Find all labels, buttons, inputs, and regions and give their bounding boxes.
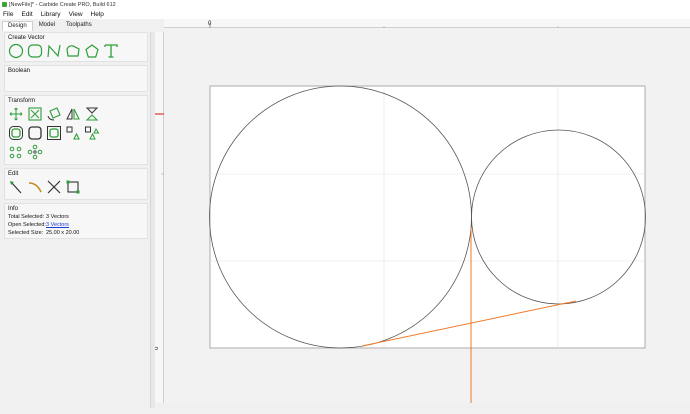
vertical-ruler: 0 [154, 32, 164, 403]
stock-material [209, 85, 646, 349]
move-icon[interactable] [8, 106, 24, 122]
menu-help[interactable]: Help [91, 11, 104, 18]
total-selected-value: 3 Vectors [46, 214, 69, 220]
menu-library[interactable]: Library [41, 11, 61, 18]
total-selected-label: Total Selected: [8, 214, 45, 220]
bounding-box-icon[interactable] [65, 179, 81, 195]
boolean-section: Boolean [4, 65, 148, 92]
transform-section: Transform [4, 95, 148, 165]
selected-size-value: 25.00 x 20.00 [46, 230, 80, 236]
node-edit-icon[interactable] [8, 179, 24, 195]
design-panel: Create Vector Boolean Transform Edit Inf… [4, 32, 148, 408]
info-section: Info Total Selected: 3 Vectors Open Selec… [4, 203, 148, 239]
mirror-icon[interactable] [65, 106, 81, 122]
open-selected-link[interactable]: 3 Vectors [46, 222, 69, 228]
window-title: [NewFile]* - Carbide Create PRO, Build 6… [9, 1, 116, 8]
menu-bar: File Edit Library View Help [0, 9, 690, 19]
scale-icon[interactable] [27, 106, 43, 122]
circle-tool-icon[interactable] [8, 43, 24, 59]
flip-icon[interactable] [84, 106, 100, 122]
ellipse-tool-icon[interactable] [27, 43, 43, 59]
v-ruler-origin-label: 0 [155, 346, 160, 350]
horizontal-ruler: 0 [164, 19, 690, 28]
align-icon[interactable] [65, 125, 81, 141]
circular-array-icon[interactable] [27, 144, 43, 160]
pentagon-tool-icon[interactable] [84, 43, 100, 59]
menu-view[interactable]: View [69, 11, 83, 18]
create-vector-section: Create Vector [4, 32, 148, 62]
open-selected-label: Open Selected: [8, 222, 46, 228]
inset-icon[interactable] [46, 125, 62, 141]
mode-tabs: Design Model Toolpaths [0, 21, 152, 32]
section-title: Edit [8, 171, 19, 177]
text-tool-icon[interactable] [103, 43, 119, 59]
trim-icon[interactable] [46, 179, 62, 195]
linear-array-icon[interactable] [8, 144, 24, 160]
selected-size-label: Selected Size: [8, 230, 44, 236]
design-canvas[interactable] [164, 28, 690, 403]
tab-design[interactable]: Design [2, 21, 33, 31]
h-ruler-origin-label: 0 [208, 21, 212, 27]
section-title: Transform [8, 98, 36, 104]
app-logo-icon [2, 2, 7, 7]
tab-model[interactable]: Model [34, 21, 60, 31]
menu-file[interactable]: File [3, 11, 13, 18]
tab-toolpaths[interactable]: Toolpaths [61, 21, 97, 31]
fillet-icon[interactable] [27, 125, 43, 141]
offset-icon[interactable] [8, 125, 24, 141]
rotate-icon[interactable] [46, 106, 62, 122]
smooth-icon[interactable] [27, 179, 43, 195]
title-bar: [NewFile]* - Carbide Create PRO, Build 6… [0, 0, 690, 9]
section-title: Info [8, 206, 19, 212]
curve-tool-icon[interactable] [46, 43, 62, 59]
edit-section: Edit [4, 168, 148, 200]
section-title: Create Vector [8, 35, 45, 41]
distribute-icon[interactable] [84, 125, 100, 141]
menu-edit[interactable]: Edit [21, 11, 32, 18]
section-title: Boolean [8, 68, 31, 74]
polygon-tool-icon[interactable] [65, 43, 81, 59]
